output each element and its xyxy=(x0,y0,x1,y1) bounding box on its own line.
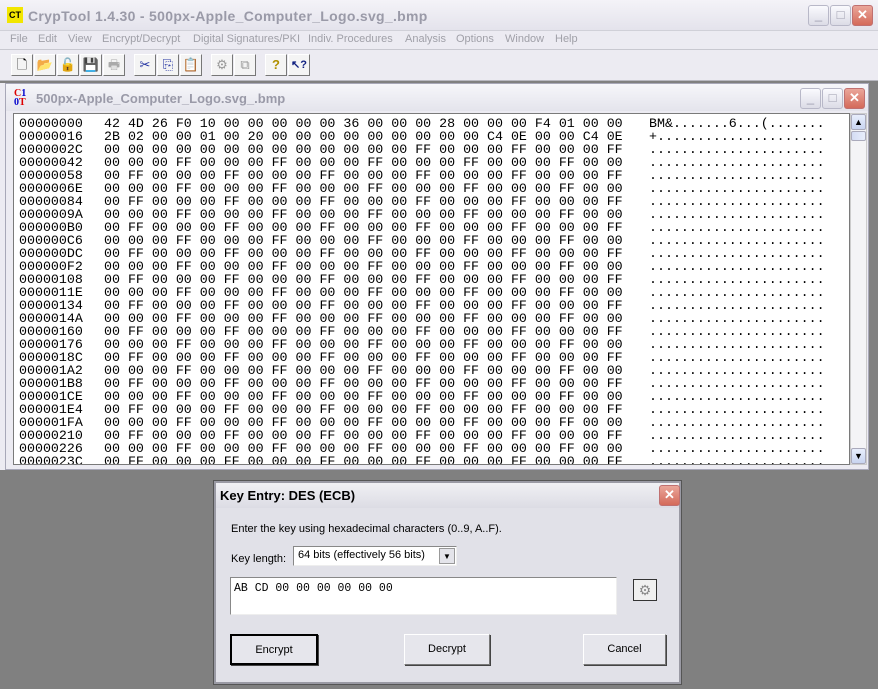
paste-icon[interactable]: 📋 xyxy=(180,54,202,76)
key-entry-dialog: Key Entry: DES (ECB) ✕ Enter the key usi… xyxy=(213,480,682,685)
copy-icon[interactable]: ⎘ xyxy=(157,54,179,76)
menu-bar: File Edit View Encrypt/Decrypt Digital S… xyxy=(0,31,878,50)
scroll-up-icon[interactable]: ▲ xyxy=(851,114,866,130)
hex-address: 0000023C xyxy=(19,454,83,465)
key-length-value: 64 bits (effectively 56 bits) xyxy=(298,549,425,561)
dialog-close-button[interactable]: ✕ xyxy=(659,485,680,506)
doc-close-button[interactable]: ✕ xyxy=(844,88,865,109)
app-title-bar: CT CrypTool 1.4.30 - 500px-Apple_Compute… xyxy=(0,0,878,31)
cryptool-app-icon: CT xyxy=(7,7,23,23)
key-icon[interactable]: ⚙ xyxy=(211,54,233,76)
dialog-title-bar: Key Entry: DES (ECB) ✕ xyxy=(216,483,680,508)
help-icon[interactable]: ? xyxy=(265,54,287,76)
document-window: C1 0T 500px-Apple_Computer_Logo.svg_.bmp … xyxy=(5,83,869,470)
scroll-thumb[interactable] xyxy=(851,131,866,141)
new-document-icon[interactable]: 🗋 xyxy=(11,54,33,76)
maximize-button[interactable]: □ xyxy=(830,5,851,26)
instruction-text: Enter the key using hexadecimal characte… xyxy=(231,523,502,535)
menu-help[interactable]: Help xyxy=(555,33,578,45)
menu-file[interactable]: File xyxy=(10,33,28,45)
menu-window[interactable]: Window xyxy=(505,33,544,45)
menu-view[interactable]: View xyxy=(68,33,92,45)
open-unlock-icon[interactable]: 🔓 xyxy=(57,54,79,76)
open-folder-icon[interactable]: 📂 xyxy=(34,54,56,76)
minimize-button[interactable]: _ xyxy=(808,5,829,26)
menu-analysis[interactable]: Analysis xyxy=(405,33,446,45)
menu-encrypt-decrypt[interactable]: Encrypt/Decrypt xyxy=(102,33,180,45)
key-length-select[interactable]: 64 bits (effectively 56 bits) ▼ xyxy=(293,546,457,566)
encrypt-button[interactable]: Encrypt xyxy=(230,634,318,665)
hex-view[interactable]: 00000000 42 4D 26 F0 10 00 00 00 00 00 36… xyxy=(13,113,850,465)
hex-bytes: 00 FF 00 00 00 FF 00 00 00 FF 00 00 00 F… xyxy=(104,454,623,465)
key-length-label: Key length: xyxy=(231,553,287,565)
vertical-scrollbar[interactable]: ▲ ▼ xyxy=(850,113,867,465)
document-title: 500px-Apple_Computer_Logo.svg_.bmp xyxy=(36,91,286,106)
decrypt-button[interactable]: Decrypt xyxy=(404,634,490,665)
save-disk-icon[interactable]: 💾 xyxy=(80,54,102,76)
menu-indiv-procedures[interactable]: Indiv. Procedures xyxy=(308,33,393,45)
chevron-down-icon[interactable]: ▼ xyxy=(439,548,455,564)
toolbar: 🗋 📂 🔓 💾 🖶 ✂ ⎘ 📋 ⚙ ⧉ ? ↖? xyxy=(0,50,878,81)
window-tile-icon[interactable]: ⧉ xyxy=(234,54,256,76)
hex-ascii: ...................... xyxy=(649,454,825,465)
app-title: CrypTool 1.4.30 - 500px-Apple_Computer_L… xyxy=(28,8,428,24)
print-icon[interactable]: 🖶 xyxy=(103,54,125,76)
close-button[interactable]: ✕ xyxy=(852,5,873,26)
ct-document-icon: C1 0T xyxy=(14,88,27,108)
cut-scissors-icon[interactable]: ✂ xyxy=(134,54,156,76)
document-title-bar: C1 0T 500px-Apple_Computer_Logo.svg_.bmp … xyxy=(6,84,868,111)
scroll-down-icon[interactable]: ▼ xyxy=(851,448,866,464)
context-help-icon[interactable]: ↖? xyxy=(288,54,310,76)
doc-minimize-button[interactable]: _ xyxy=(800,88,821,109)
generate-key-icon[interactable]: ⚙ xyxy=(633,579,657,601)
key-input[interactable]: AB CD 00 00 00 00 00 00 xyxy=(230,577,617,615)
menu-options[interactable]: Options xyxy=(456,33,494,45)
dialog-title: Key Entry: DES (ECB) xyxy=(220,488,356,503)
menu-edit[interactable]: Edit xyxy=(38,33,57,45)
cancel-button[interactable]: Cancel xyxy=(583,634,666,665)
menu-digital-signatures[interactable]: Digital Signatures/PKI xyxy=(193,33,300,45)
doc-maximize-button[interactable]: □ xyxy=(822,88,843,109)
